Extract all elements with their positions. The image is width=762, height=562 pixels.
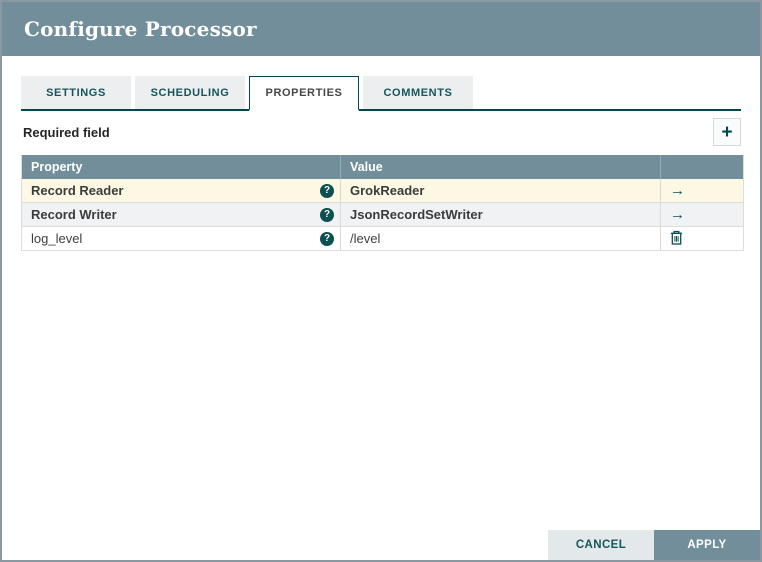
property-column-header: Property (21, 155, 341, 179)
property-name-cell: Record Writer ? (21, 202, 341, 227)
apply-button[interactable]: APPLY (654, 530, 760, 560)
go-to-service-icon[interactable]: → (670, 206, 685, 223)
properties-table: Property Value Record Reader ? GrokReade… (21, 155, 744, 251)
add-property-button[interactable]: + (713, 118, 741, 146)
dialog-title: Configure Processor (24, 17, 257, 41)
property-value-cell[interactable]: /level (340, 226, 661, 251)
help-icon[interactable]: ? (320, 231, 334, 246)
configure-processor-dialog: Configure Processor SETTINGS SCHEDULING … (0, 0, 762, 562)
tab-bar: SETTINGS SCHEDULING PROPERTIES COMMENTS (21, 76, 741, 111)
tab-settings[interactable]: SETTINGS (21, 76, 131, 109)
property-name-cell: Record Reader ? (21, 179, 341, 203)
tab-scheduling[interactable]: SCHEDULING (135, 76, 245, 109)
dialog-footer: CANCEL APPLY (548, 530, 760, 560)
property-value-cell[interactable]: JsonRecordSetWriter (340, 202, 661, 227)
dialog-content: SETTINGS SCHEDULING PROPERTIES COMMENTS … (2, 76, 760, 251)
property-name: log_level (31, 231, 83, 246)
plus-icon: + (721, 121, 733, 143)
tab-comments[interactable]: COMMENTS (363, 76, 473, 109)
row-action-cell: → (660, 202, 744, 227)
cancel-button[interactable]: CANCEL (548, 530, 654, 560)
required-field-label: Required field (23, 124, 110, 140)
help-icon[interactable]: ? (320, 207, 334, 222)
actions-column-header (660, 155, 744, 179)
table-header-row: Property Value (21, 155, 744, 179)
property-name: Record Reader (31, 183, 124, 198)
row-action-cell: → (660, 179, 744, 203)
table-row: Record Reader ? GrokReader → (21, 179, 744, 203)
property-value-cell[interactable]: GrokReader (340, 179, 661, 203)
property-name: Record Writer (31, 207, 117, 222)
tab-properties[interactable]: PROPERTIES (249, 76, 359, 111)
value-column-header: Value (340, 155, 661, 179)
property-name-cell: log_level ? (21, 226, 341, 251)
row-action-cell (660, 226, 744, 251)
help-icon[interactable]: ? (320, 183, 334, 198)
go-to-service-icon[interactable]: → (670, 182, 685, 199)
dialog-header: Configure Processor (2, 2, 760, 56)
table-row: Record Writer ? JsonRecordSetWriter → (21, 202, 744, 227)
properties-toolbar: Required field + (21, 118, 741, 146)
trash-icon[interactable] (670, 230, 683, 248)
table-row: log_level ? /level (21, 226, 744, 251)
